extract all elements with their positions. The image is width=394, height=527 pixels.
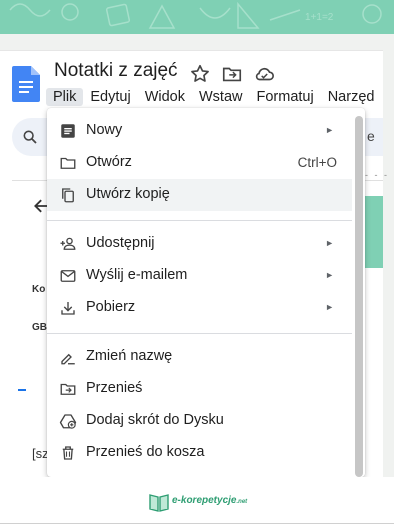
menu-separator	[47, 220, 352, 221]
menu-wstaw[interactable]: Wstaw	[199, 88, 243, 106]
menu-item-label: Dodaj skrót do Dysku	[86, 412, 224, 428]
menu-item-label: Zmień nazwę	[86, 348, 173, 364]
drive-shortcut-icon	[59, 414, 77, 429]
copy-icon	[62, 188, 74, 203]
submenu-arrow-icon: ►	[325, 238, 334, 248]
shortcut-text: Ctrl+O	[297, 155, 337, 170]
outline-marker	[18, 389, 26, 391]
menu-item-label: Nowy	[86, 122, 123, 138]
menu-item-przenies-do-kosza[interactable]: Przenieś do kosza	[47, 437, 352, 469]
download-icon	[61, 302, 75, 315]
menu-bar: Plik Edytuj Widok Wstaw Formatuj Narzęd	[46, 88, 388, 108]
menu-scrollbar-thumb[interactable]	[355, 116, 363, 477]
search-icon	[23, 130, 37, 144]
menu-item-nowy[interactable]: Nowy ►	[47, 115, 352, 147]
brand-suffix: .net	[236, 499, 248, 505]
menu-item-przenies[interactable]: Przenieś	[47, 373, 352, 405]
ruler-ticks: - - -	[365, 170, 389, 180]
menu-item-utworz-kopie[interactable]: Utwórz kopię	[47, 179, 352, 211]
menu-item-label: Otwórz	[86, 154, 132, 170]
menu-item-label: Utwórz kopię	[86, 186, 170, 202]
banner-doodles	[9, 1, 382, 29]
outline-label-ko: Ko	[32, 284, 46, 295]
menu-separator	[47, 333, 352, 334]
bottom-divider	[0, 523, 394, 524]
menu-item-dodaj-skrot[interactable]: Dodaj skrót do Dysku	[47, 405, 352, 437]
menu-item-zmien-nazwe[interactable]: Zmień nazwę	[47, 341, 352, 373]
menu-item-label: Przenieś do kosza	[86, 444, 205, 460]
menu-item-pobierz[interactable]: Pobierz ►	[47, 292, 352, 324]
menu-widok[interactable]: Widok	[145, 88, 185, 106]
document-title[interactable]: Notatki z zajęć	[54, 60, 178, 82]
file-menu-dropdown: Nowy ► Otwórz Ctrl+O Utwórz kopię Udostę…	[47, 108, 365, 477]
folder-icon	[60, 157, 76, 169]
move-folder-icon	[60, 383, 76, 395]
submenu-arrow-icon: ►	[325, 302, 334, 312]
outline-label-gb: GB	[32, 322, 47, 333]
menu-narzedzia[interactable]: Narzęd	[328, 88, 375, 106]
banner-doodle-text: 1+1=2	[305, 12, 334, 23]
brand-name: e-korepetycje	[172, 495, 237, 506]
document-icon	[61, 124, 75, 138]
decorative-banner: 1+1=2	[0, 0, 394, 34]
submenu-arrow-icon: ►	[325, 125, 334, 135]
menu-item-otworz[interactable]: Otwórz Ctrl+O	[47, 147, 352, 179]
menu-item-wyslij-email[interactable]: Wyślij e-mailem ►	[47, 260, 352, 292]
brand-book-icon	[149, 494, 169, 512]
submenu-arrow-icon: ►	[325, 270, 334, 280]
trash-icon	[62, 446, 74, 460]
search-partial-text: e	[367, 128, 375, 144]
menu-item-label: Udostępnij	[86, 235, 155, 251]
brand-logo-text: e-korepetycje.net	[172, 495, 247, 506]
star-icon[interactable]	[189, 63, 211, 85]
mail-icon	[60, 270, 76, 282]
menu-item-label: Przenieś	[86, 380, 143, 396]
menu-item-udostepnij[interactable]: Udostępnij ►	[47, 228, 352, 260]
rename-icon	[61, 353, 75, 365]
menu-item-label: Wyślij e-mailem	[86, 267, 188, 283]
menu-search-field[interactable]	[12, 118, 52, 156]
menu-edytuj[interactable]: Edytuj	[90, 88, 130, 106]
cloud-status-icon[interactable]	[253, 63, 275, 85]
menu-plik[interactable]: Plik	[46, 88, 84, 106]
person-add-icon	[60, 237, 76, 250]
google-docs-icon[interactable]	[12, 66, 40, 102]
menu-formatuj[interactable]: Formatuj	[256, 88, 313, 106]
move-to-folder-icon[interactable]	[221, 63, 243, 85]
menu-item-label: Pobierz	[86, 299, 136, 315]
